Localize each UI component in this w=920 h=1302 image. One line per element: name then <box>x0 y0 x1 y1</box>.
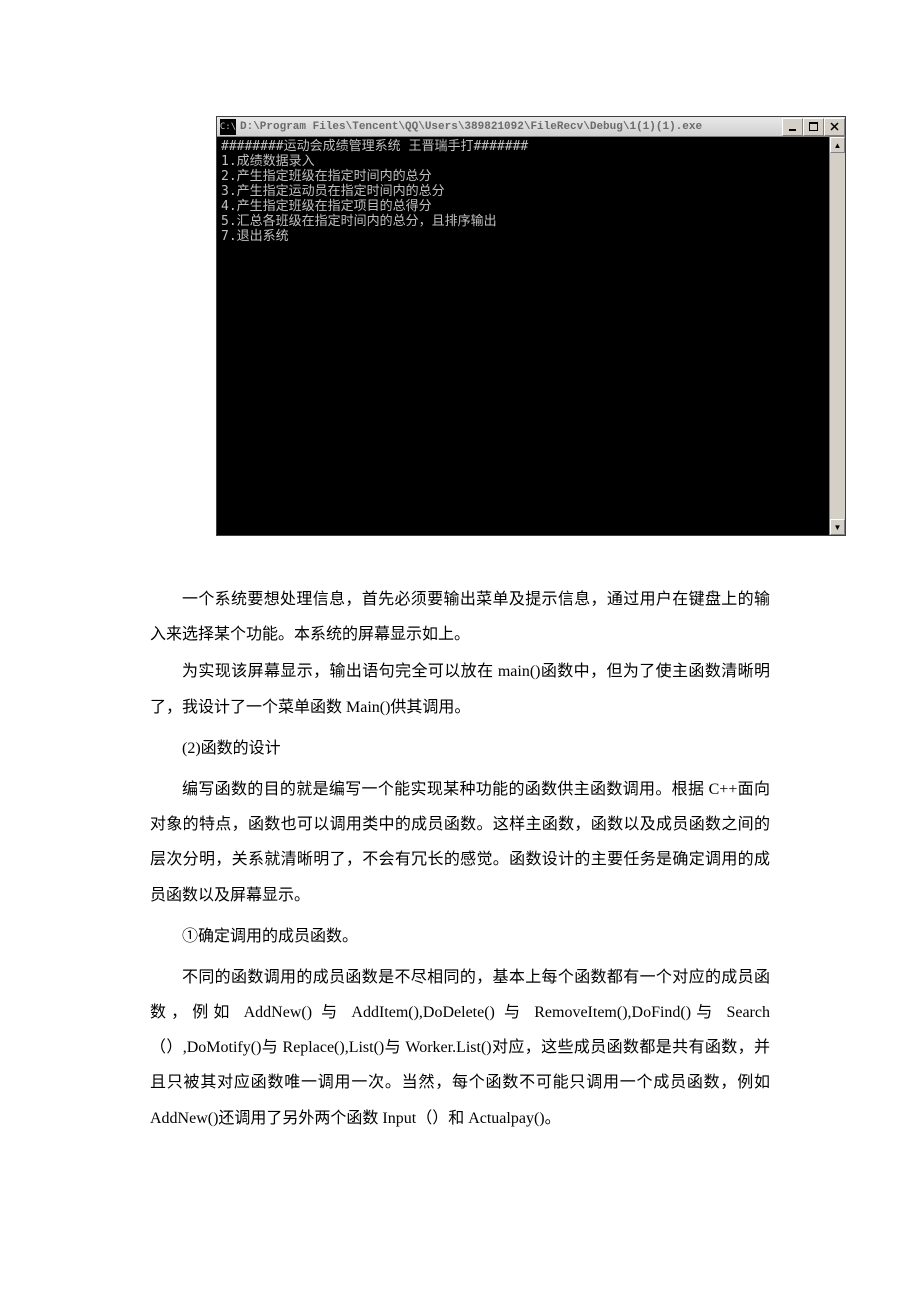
console-line: 7.退出系统 <box>221 229 289 244</box>
paragraph: 一个系统要想处理信息，首先必须要输出菜单及提示信息，通过用户在键盘上的输入来选择… <box>150 582 770 652</box>
minimize-button[interactable] <box>782 118 803 136</box>
window-controls <box>782 118 845 136</box>
paragraph: 编写函数的目的就是编写一个能实现某种功能的函数供主函数调用。根据 C++面向对象… <box>150 772 770 913</box>
console-line: ########运动会成绩管理系统 王晋瑞手打####### <box>221 139 528 154</box>
app-icon: C:\ <box>220 119 236 135</box>
document-body: 一个系统要想处理信息，首先必须要输出菜单及提示信息，通过用户在键盘上的输入来选择… <box>150 582 770 1138</box>
console-line: 5.汇总各班级在指定时间内的总分，且排序输出 <box>221 214 497 229</box>
console-window: C:\ D:\Program Files\Tencent\QQ\Users\38… <box>216 116 846 536</box>
maximize-button[interactable] <box>803 118 824 136</box>
console-line: 3.产生指定运动员在指定时间内的总分 <box>221 184 445 199</box>
console-line: 1.成绩数据录入 <box>221 154 315 169</box>
console-output: ########运动会成绩管理系统 王晋瑞手打####### 1.成绩数据录入 … <box>217 137 829 535</box>
console-line: 4.产生指定班级在指定项目的总得分 <box>221 199 432 214</box>
console-body: ########运动会成绩管理系统 王晋瑞手打####### 1.成绩数据录入 … <box>217 137 845 535</box>
scrollbar[interactable]: ▲ ▼ <box>829 137 845 535</box>
paragraph: 为实现该屏幕显示，输出语句完全可以放在 main()函数中，但为了使主函数清晰明… <box>150 654 770 724</box>
paragraph: 不同的函数调用的成员函数是不尽相同的，基本上每个函数都有一个对应的成员函数，例如… <box>150 960 770 1136</box>
window-title: D:\Program Files\Tencent\QQ\Users\389821… <box>240 121 782 133</box>
close-button[interactable] <box>824 118 845 136</box>
subsection-heading: ①确定调用的成员函数。 <box>150 919 770 954</box>
console-line: 2.产生指定班级在指定时间内的总分 <box>221 169 432 184</box>
scroll-down-icon[interactable]: ▼ <box>830 519 845 535</box>
section-heading: (2)函数的设计 <box>150 731 770 766</box>
scroll-up-icon[interactable]: ▲ <box>830 137 845 153</box>
window-titlebar: C:\ D:\Program Files\Tencent\QQ\Users\38… <box>217 117 845 137</box>
